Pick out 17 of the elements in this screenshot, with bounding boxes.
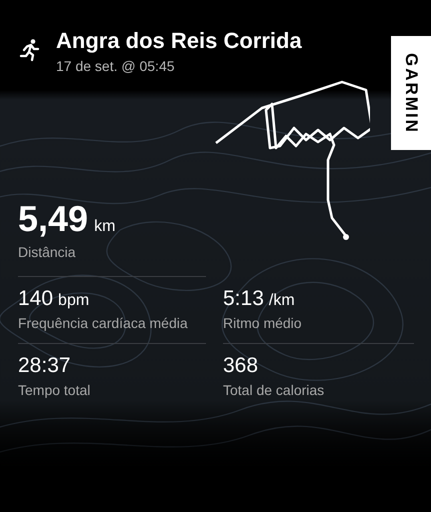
stat-value: 28:37 [18, 354, 71, 378]
stat-label: Frequência cardíaca média [18, 315, 189, 331]
stat-label: Distância [18, 244, 77, 260]
stat-value: 5:13 [223, 287, 264, 311]
stat-label: Total de calorias [223, 382, 326, 398]
stat-label: Ritmo médio [223, 315, 303, 331]
stat-value: 140 [18, 287, 54, 311]
activity-date: 17 de set. @ 05:45 [56, 58, 176, 74]
stat-unit: bpm [58, 292, 90, 310]
stat-label: Tempo total [18, 382, 92, 398]
brand-logo: GARMIN [391, 36, 431, 150]
activity-title: Angra dos Reis Corrida [56, 28, 302, 54]
stat-unit: /km [268, 292, 295, 310]
runner-icon [18, 38, 42, 62]
stat-value: 368 [223, 354, 258, 378]
distance-unit: km [94, 218, 116, 236]
distance-value: 5,49 [18, 198, 88, 240]
